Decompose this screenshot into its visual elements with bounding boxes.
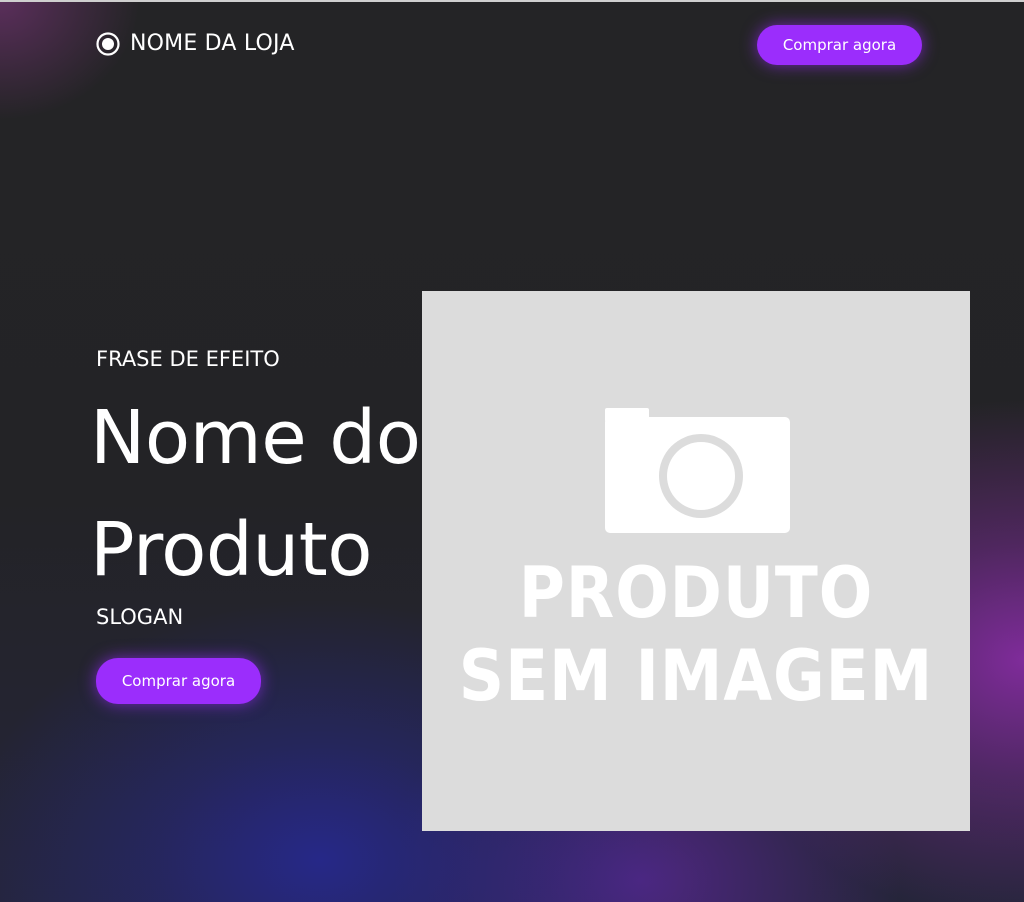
tagline: FRASE DE EFEITO	[96, 347, 280, 371]
store-brand[interactable]: NOME DA LOJA	[96, 30, 295, 58]
product-name: Nome do Produto	[90, 395, 421, 593]
placeholder-text-line2: SEM IMAGEM	[458, 635, 934, 717]
product-image-placeholder: PRODUTO SEM IMAGEM	[422, 291, 970, 831]
store-name: NOME DA LOJA	[130, 31, 295, 56]
camera-icon	[605, 408, 790, 533]
hero-buy-now-button[interactable]: Comprar agora	[96, 658, 261, 704]
radio-circle-icon	[96, 32, 120, 56]
top-border	[0, 0, 1024, 2]
header-buy-now-button[interactable]: Comprar agora	[757, 25, 922, 65]
landing-page: NOME DA LOJA Comprar agora FRASE DE EFEI…	[0, 0, 1024, 902]
placeholder-text-line1: PRODUTO	[518, 552, 874, 634]
slogan: SLOGAN	[96, 605, 184, 629]
